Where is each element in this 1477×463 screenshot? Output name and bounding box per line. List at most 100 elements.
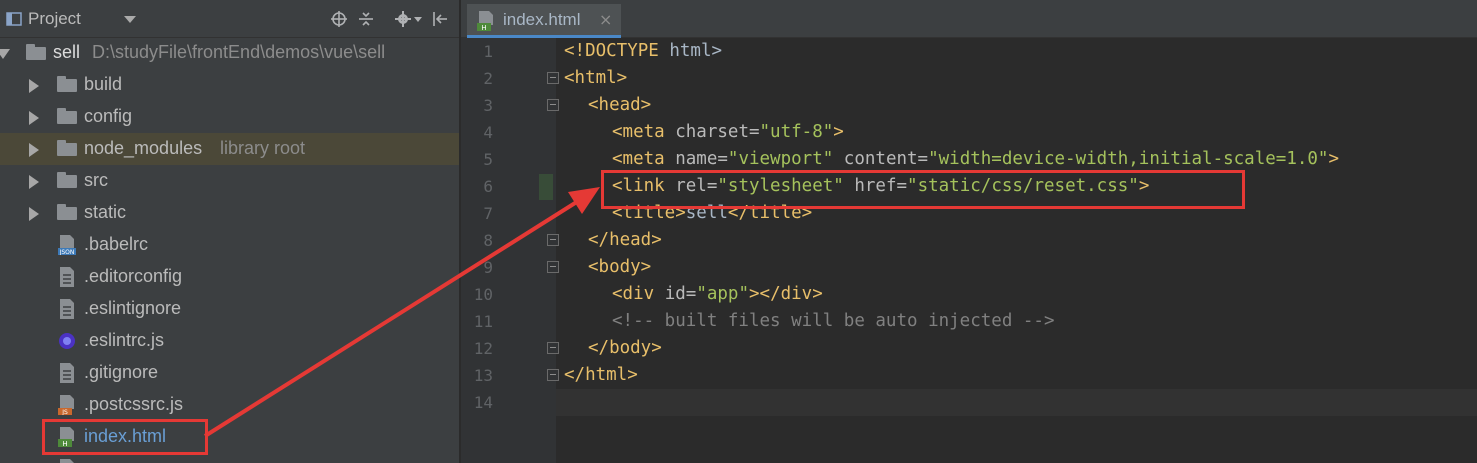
tab-index-html[interactable]: H index.html × — [467, 4, 621, 38]
chevron-down-icon[interactable] — [124, 16, 136, 23]
svg-text:JS: JS — [61, 409, 68, 415]
folder-icon — [26, 44, 46, 60]
svg-text:H: H — [481, 24, 486, 32]
tree-item-gitignore[interactable]: .gitignore — [0, 357, 459, 389]
vcs-change-marker[interactable] — [539, 174, 553, 200]
code-token: "width=device-width,initial-scale=1.0" — [928, 149, 1329, 169]
tree-item-label: .babelrc — [84, 234, 149, 254]
hide-panel-icon[interactable] — [432, 11, 448, 27]
eslint-icon — [59, 333, 75, 349]
code-token: </head> — [588, 230, 662, 250]
line-number: 10 — [473, 285, 493, 304]
code-token: > — [833, 122, 844, 142]
chevron-right-icon[interactable] — [29, 143, 39, 157]
fold-toggle-icon[interactable] — [547, 261, 559, 273]
code-line-11: <!-- built files will be auto injected -… — [612, 308, 1055, 335]
tree-item-config[interactable]: config — [0, 101, 459, 133]
current-line-highlight — [556, 389, 1477, 416]
tab-label: index.html — [503, 10, 581, 29]
code-token: > — [1328, 149, 1340, 169]
folder-icon — [57, 140, 77, 156]
tree-item-label: .gitignore — [84, 362, 159, 382]
folder-icon — [57, 76, 77, 92]
line-number: 9 — [483, 258, 493, 277]
locate-file-icon[interactable] — [331, 11, 347, 27]
line-number: 7 — [483, 204, 493, 223]
tree-item-label: .eslintrc.js — [84, 330, 165, 350]
line-number: 6 — [483, 177, 493, 196]
line-number: 8 — [483, 231, 493, 250]
tree-item-label: config — [84, 106, 133, 126]
text-file-icon — [60, 299, 74, 319]
project-panel-title[interactable]: Project — [28, 9, 81, 29]
tree-item-eslintignore[interactable]: .eslintignore — [0, 293, 459, 325]
tree-item-sell[interactable]: sell D:\studyFile\frontEnd\demos\vue\sel… — [0, 37, 459, 69]
tree-item-label: node_modules — [84, 138, 203, 158]
code-line-1: <!DOCTYPE html> — [564, 38, 722, 65]
folder-icon — [57, 108, 77, 124]
tree-item-label: .editorconfig — [84, 266, 183, 286]
code-token: content= — [833, 149, 929, 169]
code-line-2: <html> — [564, 65, 627, 92]
tree-item-postcssrc[interactable]: JS .postcssrc.js — [0, 389, 459, 421]
tree-item-label: src — [84, 170, 108, 190]
code-line-13: </html> — [564, 362, 638, 389]
line-number: 3 — [483, 96, 493, 115]
tree-item-static[interactable]: static — [0, 197, 459, 229]
code-token: html> — [658, 41, 723, 61]
chevron-right-icon[interactable] — [29, 79, 39, 93]
project-panel: Project sell D:\studyFile\frontEnd\demos… — [0, 0, 460, 463]
tree-item-label: .postcssrc.js — [84, 394, 184, 414]
code-token: id= — [654, 284, 697, 304]
code-token: "utf-8" — [759, 122, 834, 142]
line-number-gutter: 1 2 3 4 5 6 7 8 9 10 11 12 13 14 — [461, 38, 559, 463]
code-token: <!DOCTYPE — [564, 41, 659, 61]
line-number: 12 — [473, 339, 493, 358]
tree-item-build[interactable]: build — [0, 69, 459, 101]
fold-toggle-icon[interactable] — [547, 234, 559, 246]
tree-item-babelrc[interactable]: JSON .babelrc — [0, 229, 459, 261]
editor-tab-bar: H index.html × — [461, 0, 1477, 38]
chevron-right-icon[interactable] — [29, 175, 39, 189]
annotation-highlight-link-line — [601, 170, 1245, 209]
code-token: "app" — [696, 284, 749, 304]
fold-toggle-icon[interactable] — [547, 99, 559, 111]
code-line-5: <meta name="viewport" content="width=dev… — [612, 146, 1339, 173]
chevron-down-icon[interactable] — [0, 49, 10, 59]
tree-item-node-modules[interactable]: node_modules library root — [0, 133, 459, 165]
code-token: </html> — [564, 365, 638, 385]
fold-toggle-icon[interactable] — [547, 72, 559, 84]
code-token: ></div> — [749, 284, 823, 304]
folder-icon — [57, 172, 77, 188]
code-token: "viewport" — [727, 149, 834, 169]
collapse-all-icon[interactable] — [358, 11, 374, 27]
line-number: 14 — [473, 393, 493, 412]
chevron-right-icon[interactable] — [29, 111, 39, 125]
json-file-icon: JSON — [58, 235, 76, 255]
line-number: 2 — [483, 69, 493, 88]
tree-item-label: .eslintignore — [84, 298, 182, 318]
text-file-icon — [60, 459, 74, 463]
line-number: 1 — [483, 42, 493, 61]
code-line-12: </body> — [588, 335, 662, 362]
project-panel-header: Project — [0, 0, 459, 38]
tree-item-eslintrc[interactable]: .eslintrc.js — [0, 325, 459, 357]
text-file-icon — [60, 363, 74, 383]
close-icon[interactable]: × — [599, 10, 612, 29]
fold-toggle-icon[interactable] — [547, 369, 559, 381]
tree-item-src[interactable]: src — [0, 165, 459, 197]
code-token: <body> — [588, 257, 652, 277]
project-path: D:\studyFile\frontEnd\demos\vue\sell — [92, 42, 386, 62]
line-number: 4 — [483, 123, 493, 142]
code-editor[interactable]: 1 2 3 4 5 6 7 8 9 10 11 12 13 14 <!DOCTY… — [461, 38, 1477, 463]
tree-item-label: static — [84, 202, 127, 222]
gear-icon[interactable] — [395, 11, 411, 27]
fold-toggle-icon[interactable] — [547, 342, 559, 354]
code-token: <div — [612, 284, 655, 304]
tree-item-editorconfig[interactable]: .editorconfig — [0, 261, 459, 293]
gear-dropdown-icon[interactable] — [414, 17, 422, 22]
code-line-9: <body> — [588, 254, 651, 281]
html-file-icon: H — [477, 11, 493, 32]
code-token: name= — [664, 149, 728, 169]
chevron-right-icon[interactable] — [29, 207, 39, 221]
